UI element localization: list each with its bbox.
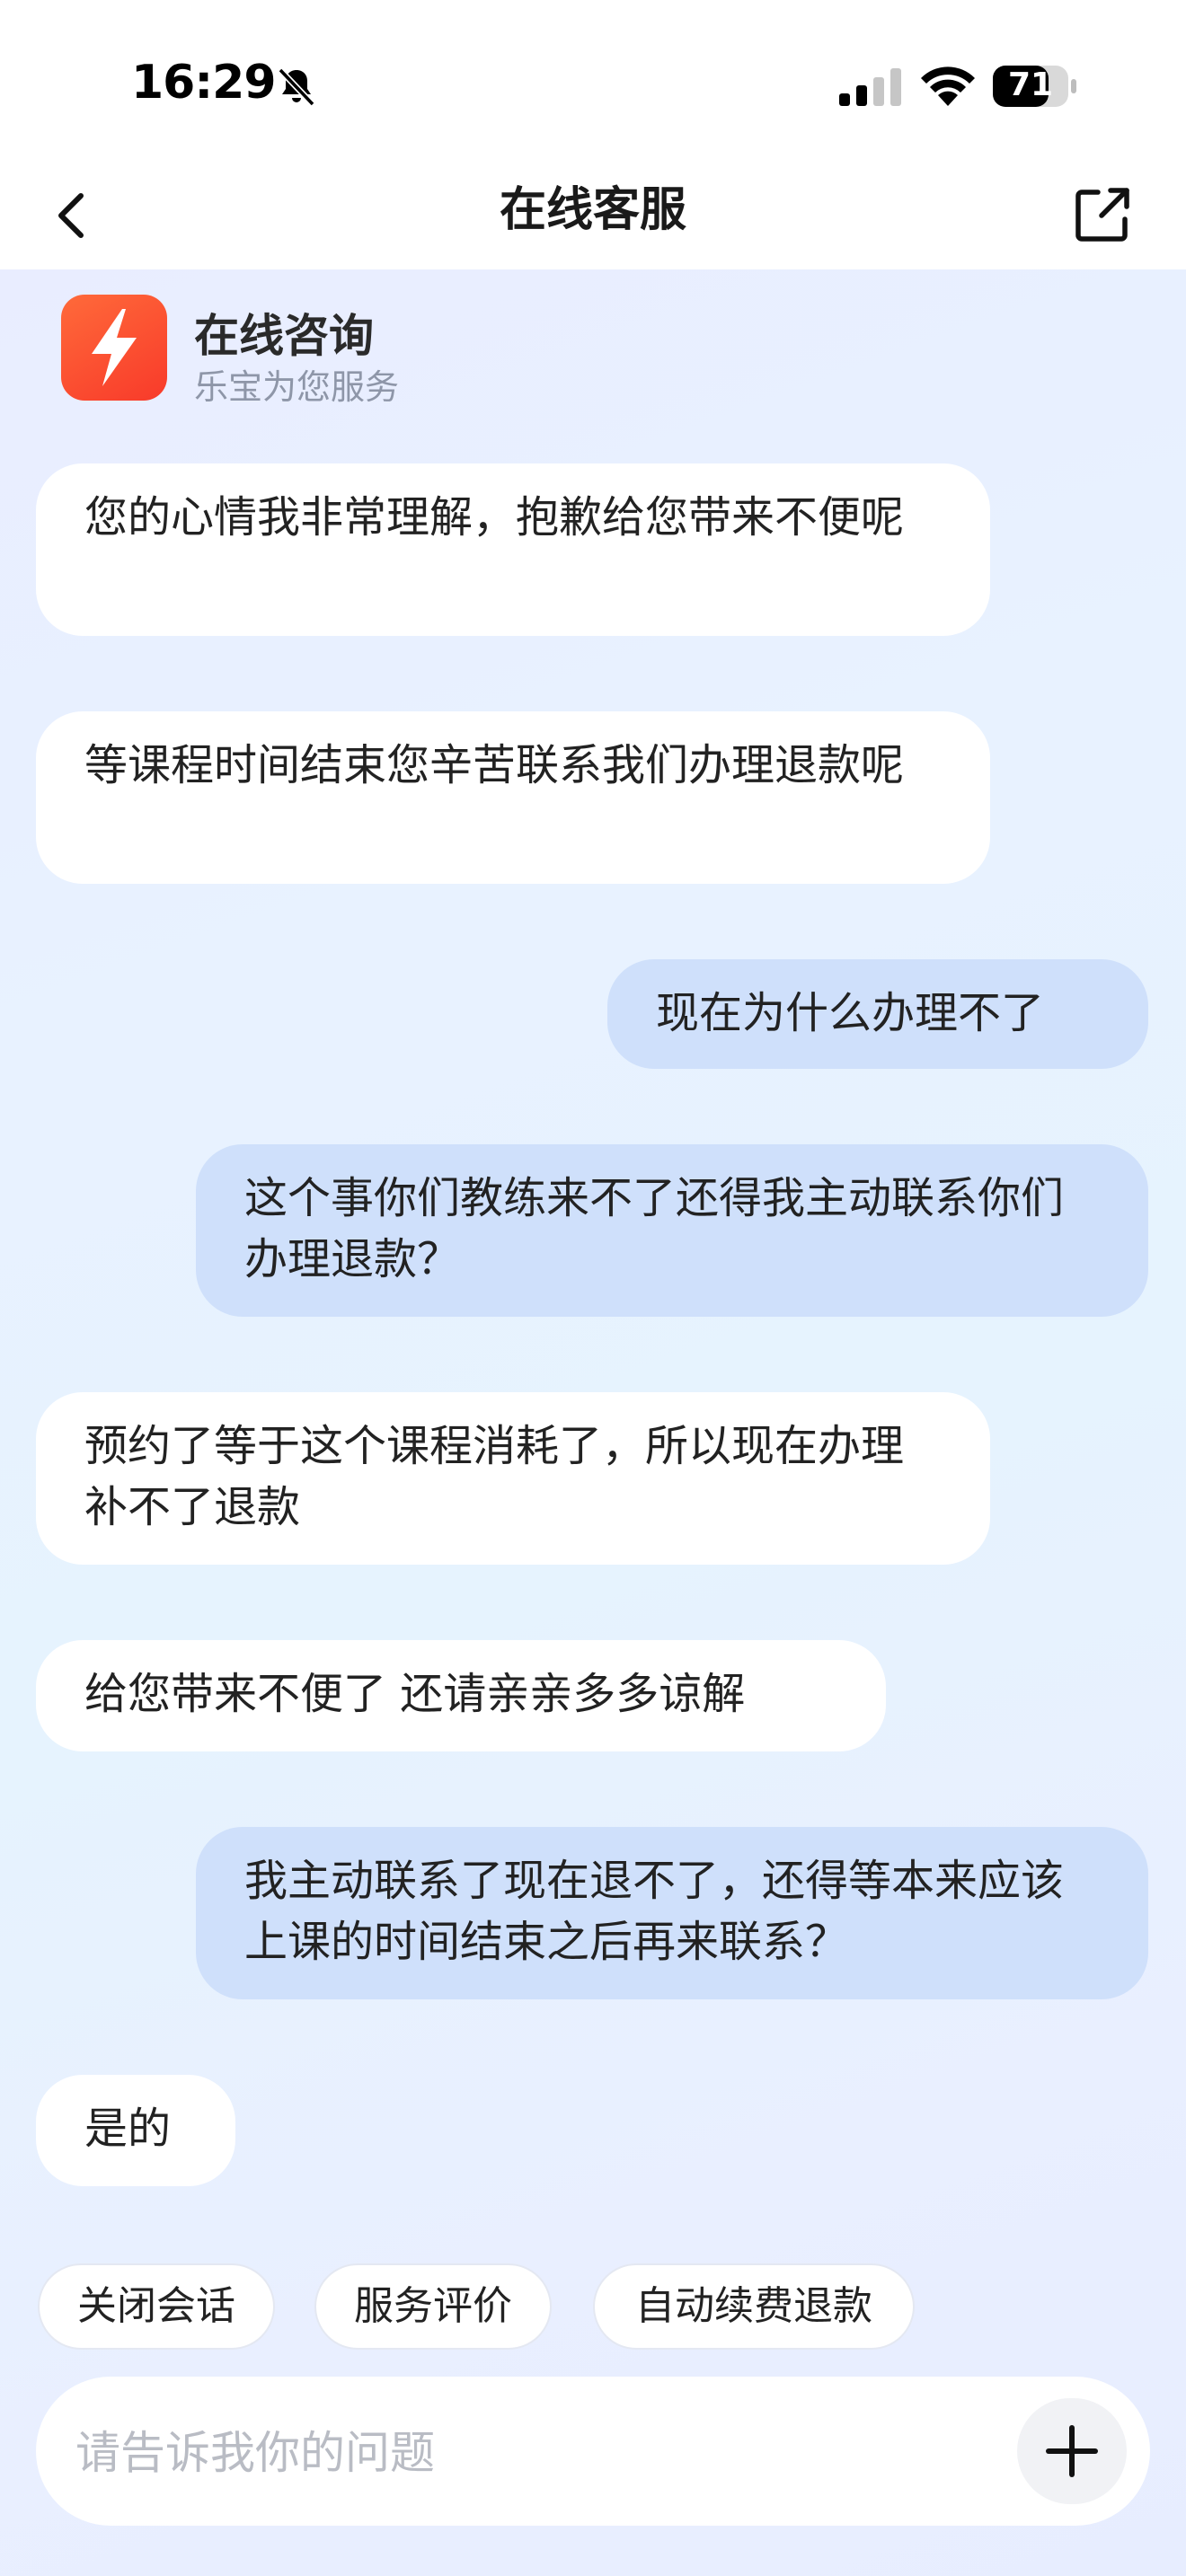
message-text: 现在为什么办理不了 <box>656 988 1045 1038</box>
status-time: 16:29 <box>131 56 277 110</box>
message-bubble-agent: 等课程时间结束您辛苦联系我们办理退款呢 <box>36 711 990 884</box>
agent-subtitle: 乐宝为您服务 <box>194 367 400 407</box>
back-arrow-icon[interactable] <box>47 183 97 248</box>
message-input-bar <box>36 2377 1150 2526</box>
cellular-signal-icon <box>839 68 901 106</box>
message-text: 我主动联系了现在退不了，还得等本来应该上课的时间结束之后再来联系？ <box>244 1856 1065 1967</box>
lightning-bolt-icon <box>92 309 137 386</box>
message-text: 您的心情我非常理解，抱歉给您带来不便呢 <box>84 492 905 543</box>
app-logo <box>61 295 167 401</box>
quick-reply-rate-service[interactable]: 服务评价 <box>314 2263 552 2350</box>
bell-off-icon <box>278 67 315 107</box>
message-bubble-user: 现在为什么办理不了 <box>607 959 1148 1069</box>
status-bar: 16:29 71 <box>0 0 1186 162</box>
message-bubble-user: 我主动联系了现在退不了，还得等本来应该上课的时间结束之后再来联系？ <box>196 1827 1148 1999</box>
message-text: 这个事你们教练来不了还得我主动联系你们办理退款？ <box>244 1173 1065 1284</box>
share-external-icon[interactable] <box>1071 183 1134 246</box>
message-bubble-agent: 是的 <box>36 2075 235 2186</box>
quick-reply-auto-renew-refund[interactable]: 自动续费退款 <box>593 2263 915 2350</box>
quick-reply-close-session[interactable]: 关闭会话 <box>38 2263 275 2350</box>
message-bubble-user: 这个事你们教练来不了还得我主动联系你们办理退款？ <box>196 1144 1148 1317</box>
message-input[interactable] <box>74 2409 976 2497</box>
message-text: 是的 <box>84 2104 172 2154</box>
message-text: 给您带来不便了 还请亲亲多多谅解 <box>84 1669 746 1719</box>
message-bubble-agent: 您的心情我非常理解，抱歉给您带来不便呢 <box>36 463 990 636</box>
nav-bar: 在线客服 <box>0 162 1186 269</box>
plus-icon <box>1046 2425 1098 2477</box>
page-title: 在线客服 <box>499 183 686 237</box>
agent-name: 在线咨询 <box>194 310 374 362</box>
message-bubble-agent: 给您带来不便了 还请亲亲多多谅解 <box>36 1640 886 1751</box>
message-text: 预约了等于这个课程消耗了，所以现在办理补不了退款 <box>84 1421 905 1532</box>
chat-area[interactable]: 在线咨询 乐宝为您服务 您的心情我非常理解，抱歉给您带来不便呢 等课程时间结束您… <box>0 269 1186 2576</box>
message-text: 等课程时间结束您辛苦联系我们办理退款呢 <box>84 740 905 790</box>
wifi-icon <box>921 66 975 106</box>
add-attachment-button[interactable] <box>1017 2398 1127 2504</box>
battery-level: 71 <box>1007 66 1054 103</box>
message-bubble-agent: 预约了等于这个课程消耗了，所以现在办理补不了退款 <box>36 1392 990 1565</box>
